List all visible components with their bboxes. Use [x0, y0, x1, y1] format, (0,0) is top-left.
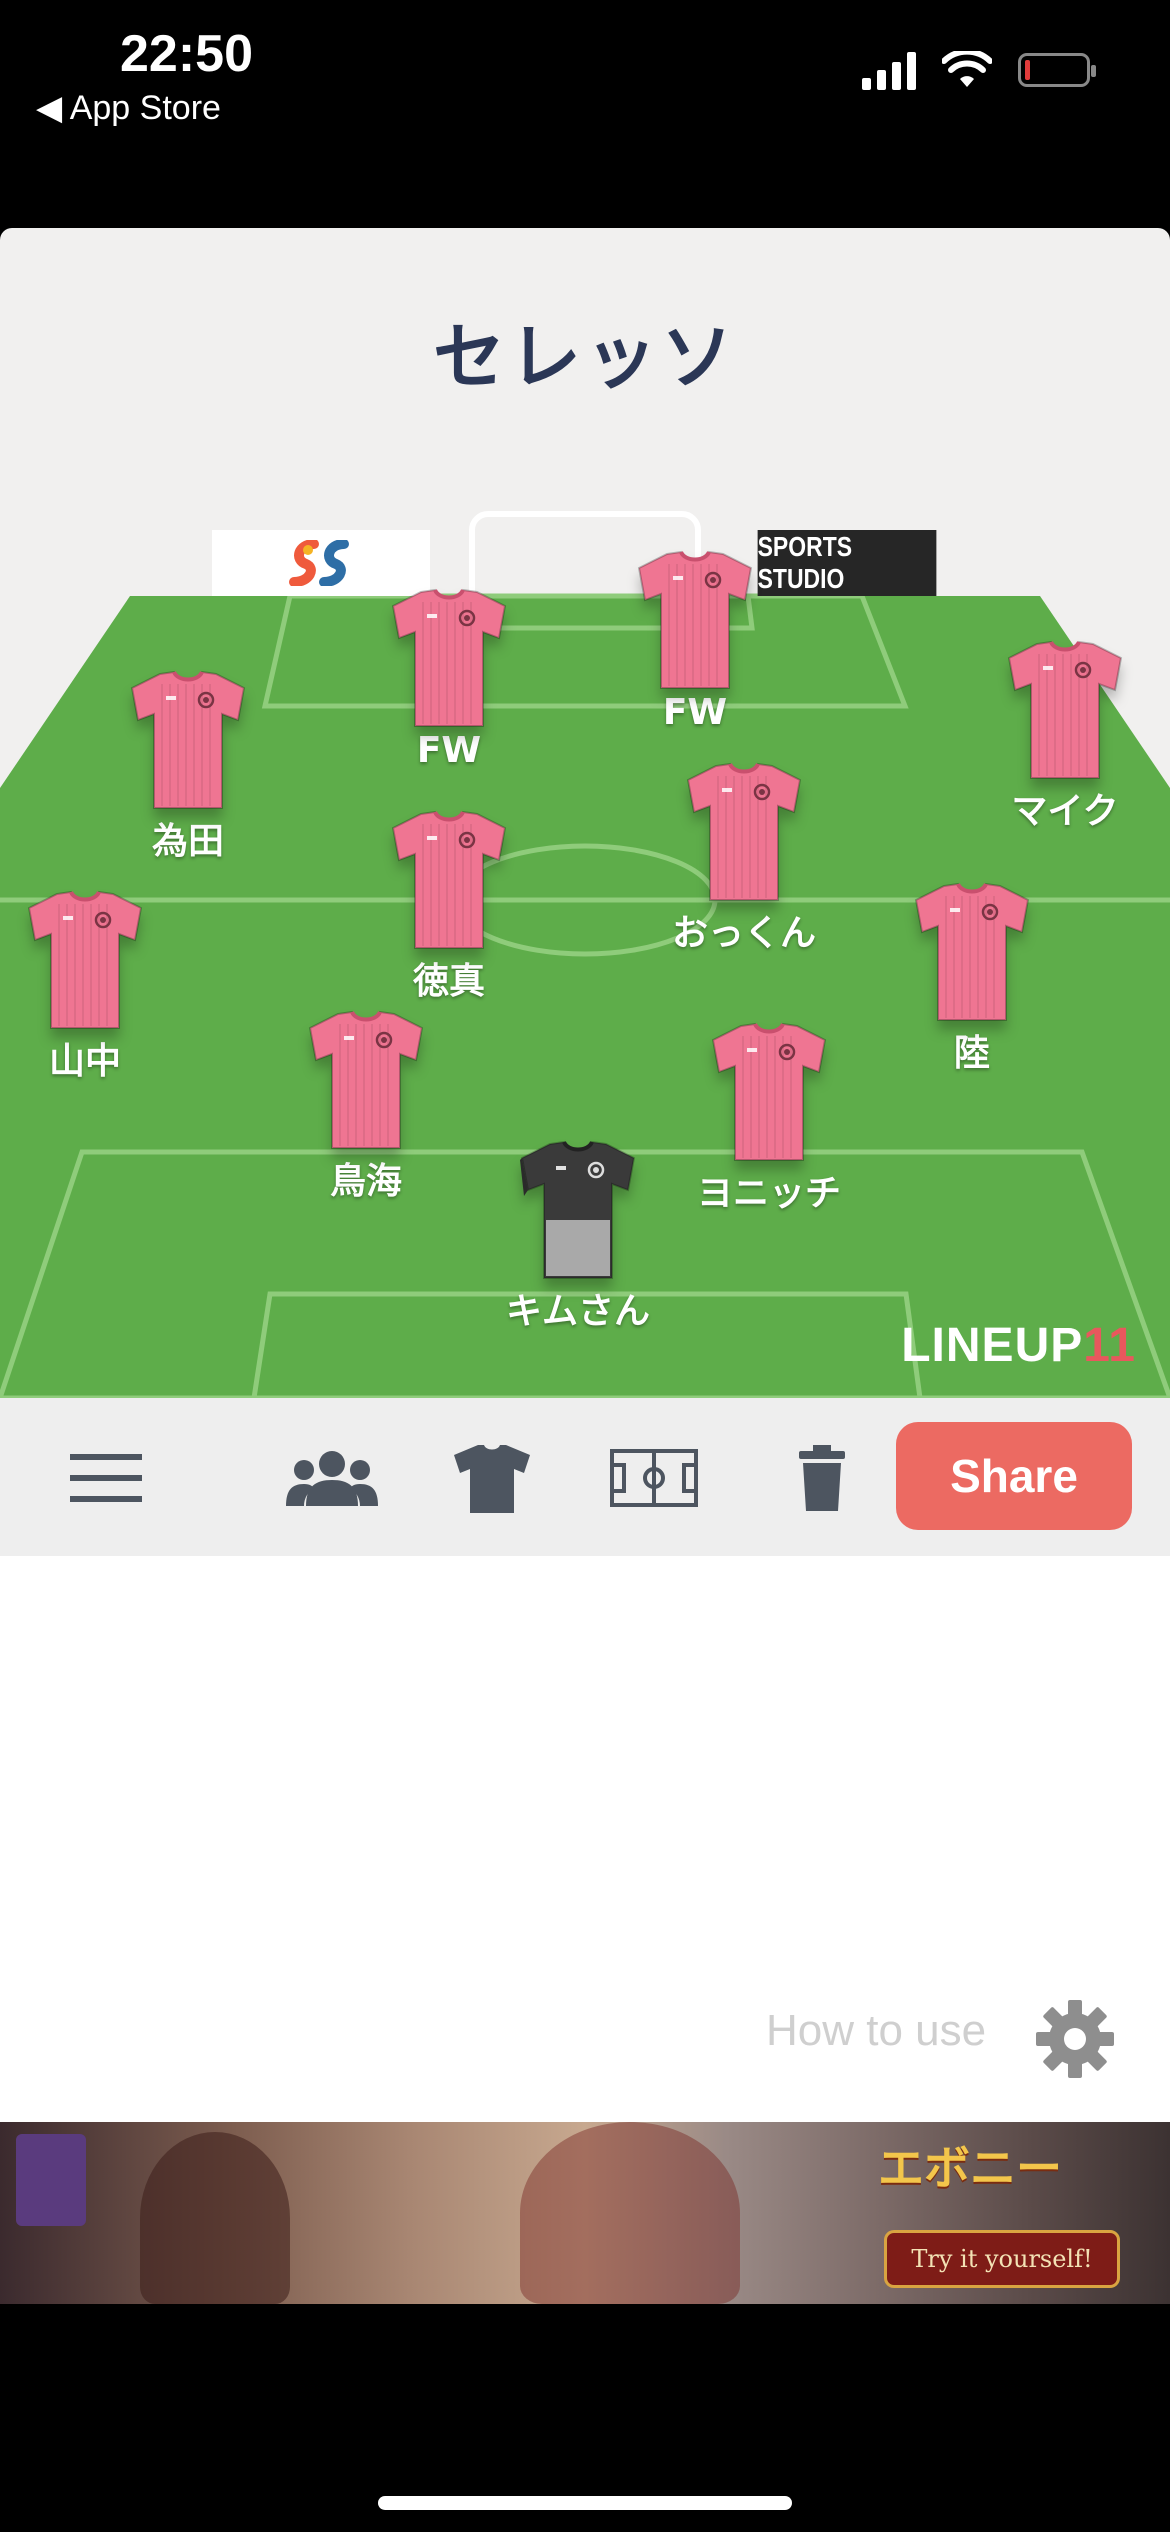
jersey-icon — [637, 550, 753, 689]
status-time: 22:50 — [120, 25, 253, 83]
player-okkun[interactable]: おっくん — [624, 762, 864, 956]
players-button[interactable] — [284, 1438, 380, 1518]
player-fw-left[interactable]: FW — [329, 588, 569, 771]
status-icons — [862, 50, 1096, 90]
lineup-board: セレッソ SPORTS STUDIO FW FW 為田 マイク 徳真 おっくん … — [0, 228, 1170, 1558]
gear-icon — [1036, 2000, 1114, 2078]
player-kim-goalkeeper[interactable]: キムさん — [458, 1140, 698, 1334]
player-name: 為田 — [151, 821, 224, 862]
ad-game-logo: エボニー — [878, 2141, 1062, 2195]
jersey-icon — [686, 762, 802, 901]
jersey-icon — [391, 810, 507, 949]
lineup11-logo: LINEUP11 — [901, 1318, 1136, 1373]
jersey-icon — [711, 1022, 827, 1161]
share-button[interactable]: Share — [896, 1422, 1132, 1530]
sponsor-logo-left — [212, 530, 430, 596]
how-to-use-link[interactable]: How to use — [766, 2006, 986, 2056]
ad-warrior-figure — [140, 2132, 290, 2304]
jersey-icon — [914, 882, 1030, 1021]
jersey-icon — [308, 1010, 424, 1149]
brand-accent: 11 — [1083, 1319, 1136, 1372]
status-bar: 22:50 ◀ App Store — [0, 0, 1170, 140]
battery-icon — [1018, 53, 1096, 87]
jersey-icon — [454, 1445, 530, 1513]
ad-crest-icon — [16, 2134, 86, 2226]
player-name: 鳥海 — [329, 1161, 402, 1202]
formation-button[interactable] — [608, 1438, 700, 1518]
delete-button[interactable] — [792, 1438, 852, 1518]
jersey-icon — [130, 670, 246, 809]
player-name: FW — [662, 692, 728, 733]
jersey-icon — [27, 890, 143, 1029]
kit-button[interactable] — [452, 1438, 532, 1518]
player-mike[interactable]: マイク — [945, 640, 1170, 834]
ad-banner[interactable]: エボニー Try it yourself! — [0, 2122, 1170, 2304]
players-icon — [286, 1451, 378, 1506]
brand-text: LINEUP — [901, 1319, 1084, 1372]
player-name: 徳真 — [412, 961, 485, 1002]
player-tokuma[interactable]: 徳真 — [329, 810, 569, 1004]
jersey-icon — [391, 588, 507, 727]
player-name: おっくん — [671, 913, 816, 954]
bottom-safe-area — [0, 2304, 1170, 2532]
trash-icon — [799, 1445, 845, 1511]
ad-samurai-figure — [520, 2122, 740, 2304]
battery-level — [1025, 60, 1030, 80]
goalkeeper-jersey-icon — [520, 1140, 636, 1279]
player-name: 山中 — [48, 1041, 121, 1082]
player-tameda[interactable]: 為田 — [68, 670, 308, 864]
cellular-signal-icon — [862, 50, 916, 90]
ss-logo-icon — [289, 540, 349, 586]
jersey-icon — [1007, 640, 1123, 779]
back-to-app-store-link[interactable]: ◀ App Store — [36, 88, 221, 128]
player-yamanaka[interactable]: 山中 — [0, 890, 205, 1084]
player-name: キムさん — [505, 1291, 650, 1332]
bottom-toolbar: Share — [0, 1398, 1170, 1556]
player-chokai[interactable]: 鳥海 — [246, 1010, 486, 1204]
settings-button[interactable] — [1034, 1998, 1116, 2084]
player-name: FW — [416, 730, 482, 771]
pitch-icon — [610, 1449, 698, 1507]
menu-button[interactable] — [66, 1438, 146, 1518]
wifi-icon — [942, 51, 992, 87]
content-area: How to use — [0, 1556, 1170, 2122]
home-indicator[interactable] — [378, 2496, 792, 2510]
menu-icon — [70, 1454, 142, 1502]
player-name: マイク — [1011, 791, 1119, 832]
ad-cta-button[interactable]: Try it yourself! — [884, 2230, 1120, 2288]
player-fw-right[interactable]: FW — [575, 550, 815, 733]
